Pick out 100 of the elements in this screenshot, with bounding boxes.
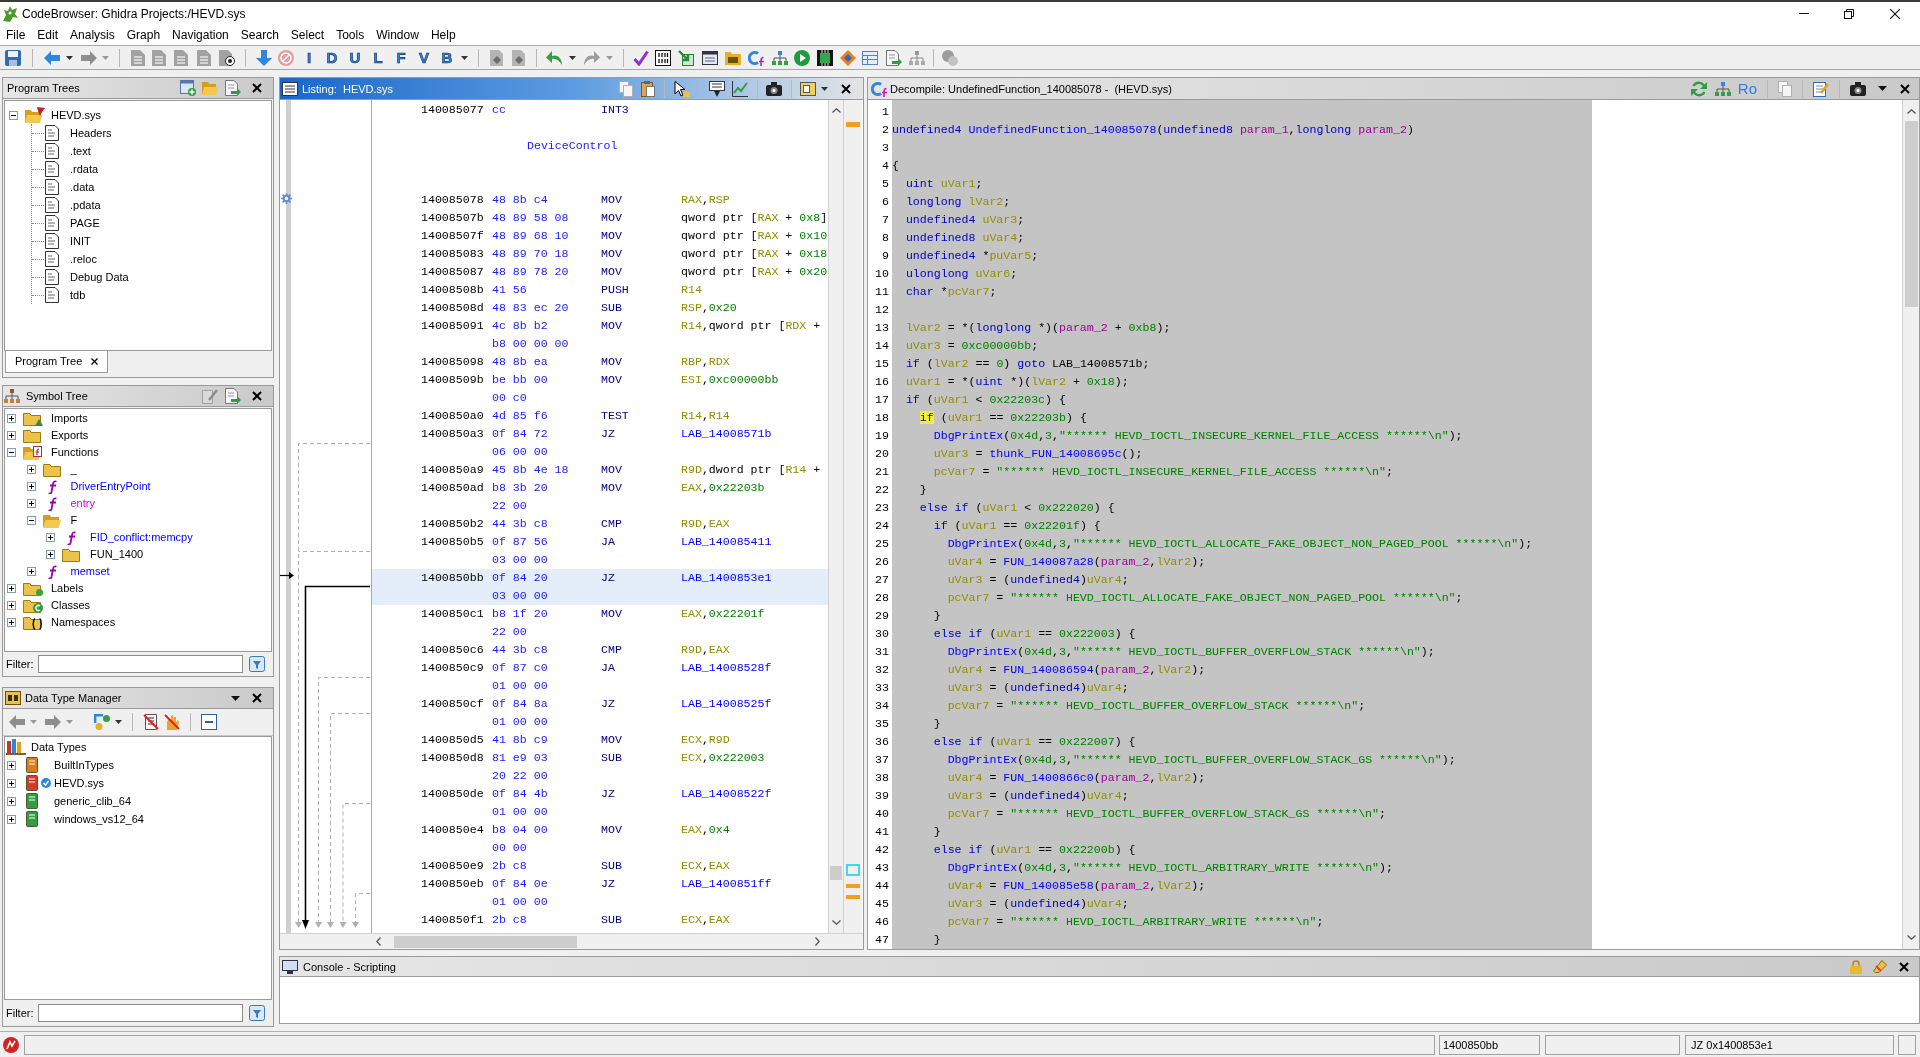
menu-item[interactable]: Window: [370, 26, 425, 44]
tree-item[interactable]: .rdata: [70, 161, 99, 177]
hierarchy-icon[interactable]: [1714, 81, 1731, 96]
expand-icon[interactable]: [26, 567, 36, 576]
filter-icon[interactable]: [248, 656, 265, 672]
selected-row-highlight[interactable]: 1400850bb 0f 84 20 03 00 00 JZ LAB_1400853e1: [372, 569, 828, 605]
tree-item[interactable]: entry: [70, 496, 95, 511]
restore-icon[interactable]: [1844, 8, 1854, 19]
letter-tool-button[interactable]: I: [301, 48, 317, 67]
arrow-into-box-icon[interactable]: [678, 49, 694, 66]
folder-icon[interactable]: [725, 50, 741, 65]
down-arrow-icon[interactable]: [256, 49, 272, 66]
filter-icon[interactable]: [248, 1005, 265, 1021]
chart-icon[interactable]: [732, 80, 748, 97]
tree-item[interactable]: HEVD.sys: [51, 107, 102, 123]
diamond-icon[interactable]: [840, 49, 856, 66]
filter-field[interactable]: [37, 1004, 243, 1022]
expand-icon[interactable]: [7, 778, 16, 788]
frame-icon[interactable]: [800, 81, 816, 96]
checkmark-icon[interactable]: [633, 49, 649, 66]
collapse-icon[interactable]: [7, 448, 16, 457]
expand-icon[interactable]: [7, 814, 16, 824]
page-arrow-icon[interactable]: [225, 388, 241, 404]
scroll-down-icon[interactable]: [1906, 935, 1916, 940]
letter-tool-button[interactable]: F: [393, 48, 409, 67]
marker-icon[interactable]: [846, 895, 860, 899]
tree-item[interactable]: PAGE: [70, 215, 100, 231]
tree-item[interactable]: generic_clib_64: [54, 793, 132, 809]
tree-item[interactable]: _: [70, 462, 77, 477]
tree-item[interactable]: Headers: [70, 125, 112, 141]
scrollbar-thumb[interactable]: [394, 935, 577, 948]
tab[interactable]: Program Tree: [5, 351, 109, 373]
tree-item[interactable]: DriverEntryPoint: [70, 479, 151, 494]
table-icon[interactable]: [862, 50, 878, 65]
tree-item[interactable]: .reloc: [70, 251, 97, 267]
tree-item[interactable]: FID_conflict:memcpy: [90, 530, 193, 545]
tree-item[interactable]: Debug Data: [70, 269, 129, 285]
close-icon[interactable]: [252, 83, 262, 93]
tree-item[interactable]: FUN_1400: [90, 547, 144, 562]
tree-item[interactable]: Functions: [51, 445, 99, 460]
menu-item[interactable]: Edit: [31, 26, 65, 44]
vertical-scrollbar[interactable]: [1902, 100, 1919, 949]
eraser-icon[interactable]: [1873, 959, 1887, 974]
expand-icon[interactable]: [7, 601, 16, 610]
caret-icon[interactable]: [115, 720, 122, 724]
menu-item[interactable]: Navigation: [166, 26, 235, 44]
hierarchy-icon[interactable]: [772, 50, 788, 65]
edit-icon[interactable]: [1813, 80, 1829, 97]
tree-item[interactable]: windows_vs12_64: [54, 811, 144, 827]
scrollbar-thumb[interactable]: [830, 866, 842, 880]
scroll-down-icon[interactable]: [831, 920, 841, 925]
tree-item[interactable]: .text: [70, 143, 91, 159]
cursor-icon[interactable]: [674, 80, 690, 97]
zigzag-circle-icon[interactable]: [3, 1036, 19, 1053]
menu-item[interactable]: Help: [424, 26, 462, 44]
tree-item[interactable]: .pdata: [70, 197, 101, 213]
cf-logo-icon[interactable]: [748, 49, 764, 66]
close-icon[interactable]: [1890, 8, 1900, 19]
back-arrow-icon[interactable]: [9, 715, 25, 729]
marker-icon[interactable]: [846, 122, 860, 127]
tree-item[interactable]: Namespaces: [51, 615, 116, 630]
tree-item[interactable]: Imports: [51, 411, 88, 426]
tree-item[interactable]: Data Types: [31, 739, 87, 755]
expand-icon[interactable]: [7, 414, 16, 423]
close-icon[interactable]: [1899, 961, 1909, 972]
camera-icon[interactable]: [766, 81, 782, 96]
collapse-icon[interactable]: [9, 110, 18, 120]
crossed-hand-icon[interactable]: [164, 714, 180, 730]
tree-item[interactable]: .data: [70, 179, 95, 195]
page-arrow-icon[interactable]: [886, 49, 902, 66]
tree-item[interactable]: tdb: [70, 287, 86, 303]
expand-icon[interactable]: [7, 618, 16, 627]
expand-icon[interactable]: [26, 499, 36, 508]
letter-tool-button[interactable]: L: [370, 48, 386, 67]
play-icon[interactable]: [794, 49, 810, 66]
marker-icon[interactable]: [846, 884, 860, 888]
callout-icon[interactable]: [709, 80, 725, 97]
tree-item[interactable]: HEVD.sys: [54, 775, 105, 791]
close-icon[interactable]: [252, 391, 262, 401]
expand-icon[interactable]: [46, 533, 55, 542]
window-plus-icon[interactable]: [180, 80, 196, 96]
menu-item[interactable]: Select: [284, 26, 331, 44]
back-arrow-icon[interactable]: [44, 50, 60, 65]
vertical-scrollbar[interactable]: [828, 100, 843, 933]
expand-icon[interactable]: [7, 796, 16, 806]
expand-icon[interactable]: [46, 550, 55, 559]
page-arrow-icon[interactable]: [225, 80, 241, 96]
forward-arrow-icon[interactable]: [45, 715, 61, 729]
page-target-icon[interactable]: [219, 49, 235, 66]
collapse-icon[interactable]: [26, 516, 36, 525]
page-diamond-icon[interactable]: [511, 49, 527, 66]
caret-icon[interactable]: [569, 55, 576, 60]
scroll-up-icon[interactable]: [1906, 109, 1916, 114]
expand-icon[interactable]: [26, 465, 36, 474]
undo-icon[interactable]: [546, 50, 562, 65]
chip-icon[interactable]: [817, 49, 833, 66]
letter-tool-button[interactable]: V: [416, 48, 432, 67]
camera-icon[interactable]: [1850, 81, 1866, 96]
page-diamond-icon[interactable]: [489, 49, 505, 66]
scroll-left-icon[interactable]: [376, 937, 381, 946]
